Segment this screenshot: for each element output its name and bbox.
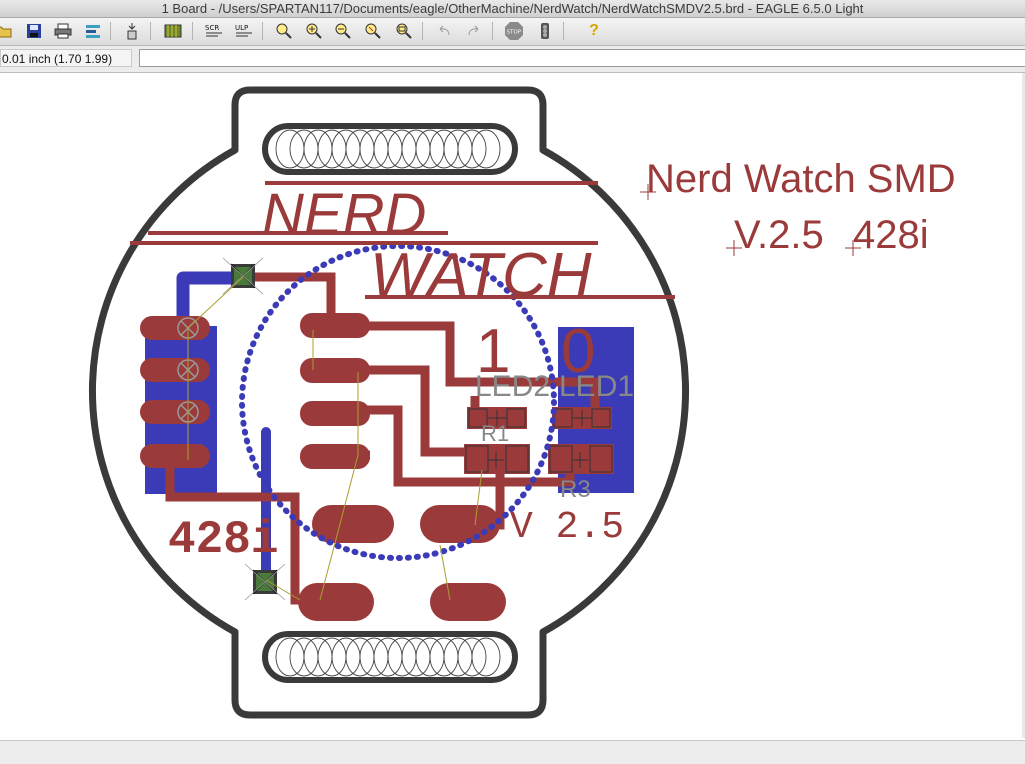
label-led2: LED2 bbox=[475, 370, 550, 403]
go-icon[interactable] bbox=[535, 21, 555, 41]
switch-icon[interactable] bbox=[122, 21, 142, 41]
label-r1: R1 bbox=[481, 421, 509, 446]
stop-icon[interactable]: STOP bbox=[504, 21, 524, 41]
zoom-in-icon[interactable] bbox=[304, 21, 324, 41]
zoom-out-icon[interactable] bbox=[333, 21, 353, 41]
undo-icon[interactable] bbox=[434, 21, 454, 41]
command-input[interactable] bbox=[139, 49, 1025, 67]
pcb-drawing[interactable]: NERD WATCH 428i V 2.5 1 0 LED2 LED1 R1 R… bbox=[0, 73, 1022, 738]
save-icon[interactable] bbox=[24, 21, 44, 41]
toolbar: SCR ULP STOP ? bbox=[0, 18, 1025, 46]
label-r3: R3 bbox=[560, 476, 591, 503]
board-canvas[interactable]: NERD WATCH 428i V 2.5 1 0 LED2 LED1 R1 R… bbox=[0, 73, 1025, 738]
script-icon[interactable]: SCR bbox=[204, 21, 224, 41]
zoom-select-icon[interactable] bbox=[363, 21, 383, 41]
coordinate-display: 0.01 inch (1.70 1.99) bbox=[0, 49, 132, 67]
logo-watch: WATCH bbox=[370, 241, 592, 310]
help-icon[interactable]: ? bbox=[584, 21, 604, 41]
copper-428i: 428i bbox=[168, 514, 278, 566]
svg-text:STOP: STOP bbox=[507, 30, 522, 36]
svg-text:SCR: SCR bbox=[205, 24, 219, 32]
redraw-icon[interactable] bbox=[394, 21, 414, 41]
cam-icon[interactable] bbox=[83, 21, 103, 41]
print-icon[interactable] bbox=[53, 21, 73, 41]
title-line1: Nerd Watch SMD bbox=[646, 157, 956, 201]
window-title: 1 Board - /Users/SPARTAN117/Documents/ea… bbox=[0, 0, 1025, 18]
label-led1: LED1 bbox=[559, 370, 634, 403]
board-icon[interactable] bbox=[163, 21, 183, 41]
title-line3: 428i bbox=[853, 213, 929, 257]
strap-slot-top bbox=[262, 123, 518, 175]
status-bar bbox=[0, 740, 1025, 764]
logo-nerd: NERD bbox=[262, 182, 426, 247]
ulp-icon[interactable]: ULP bbox=[234, 21, 254, 41]
redo-icon[interactable] bbox=[464, 21, 484, 41]
command-bar: 0.01 inch (1.70 1.99) bbox=[0, 46, 1025, 73]
title-line2: V.2.5 bbox=[734, 213, 824, 257]
svg-text:ULP: ULP bbox=[235, 24, 248, 32]
copper-version: V 2.5 bbox=[510, 506, 624, 549]
strap-slot-bottom bbox=[262, 631, 518, 683]
open-icon[interactable] bbox=[0, 21, 14, 41]
zoom-fit-icon[interactable] bbox=[274, 21, 294, 41]
